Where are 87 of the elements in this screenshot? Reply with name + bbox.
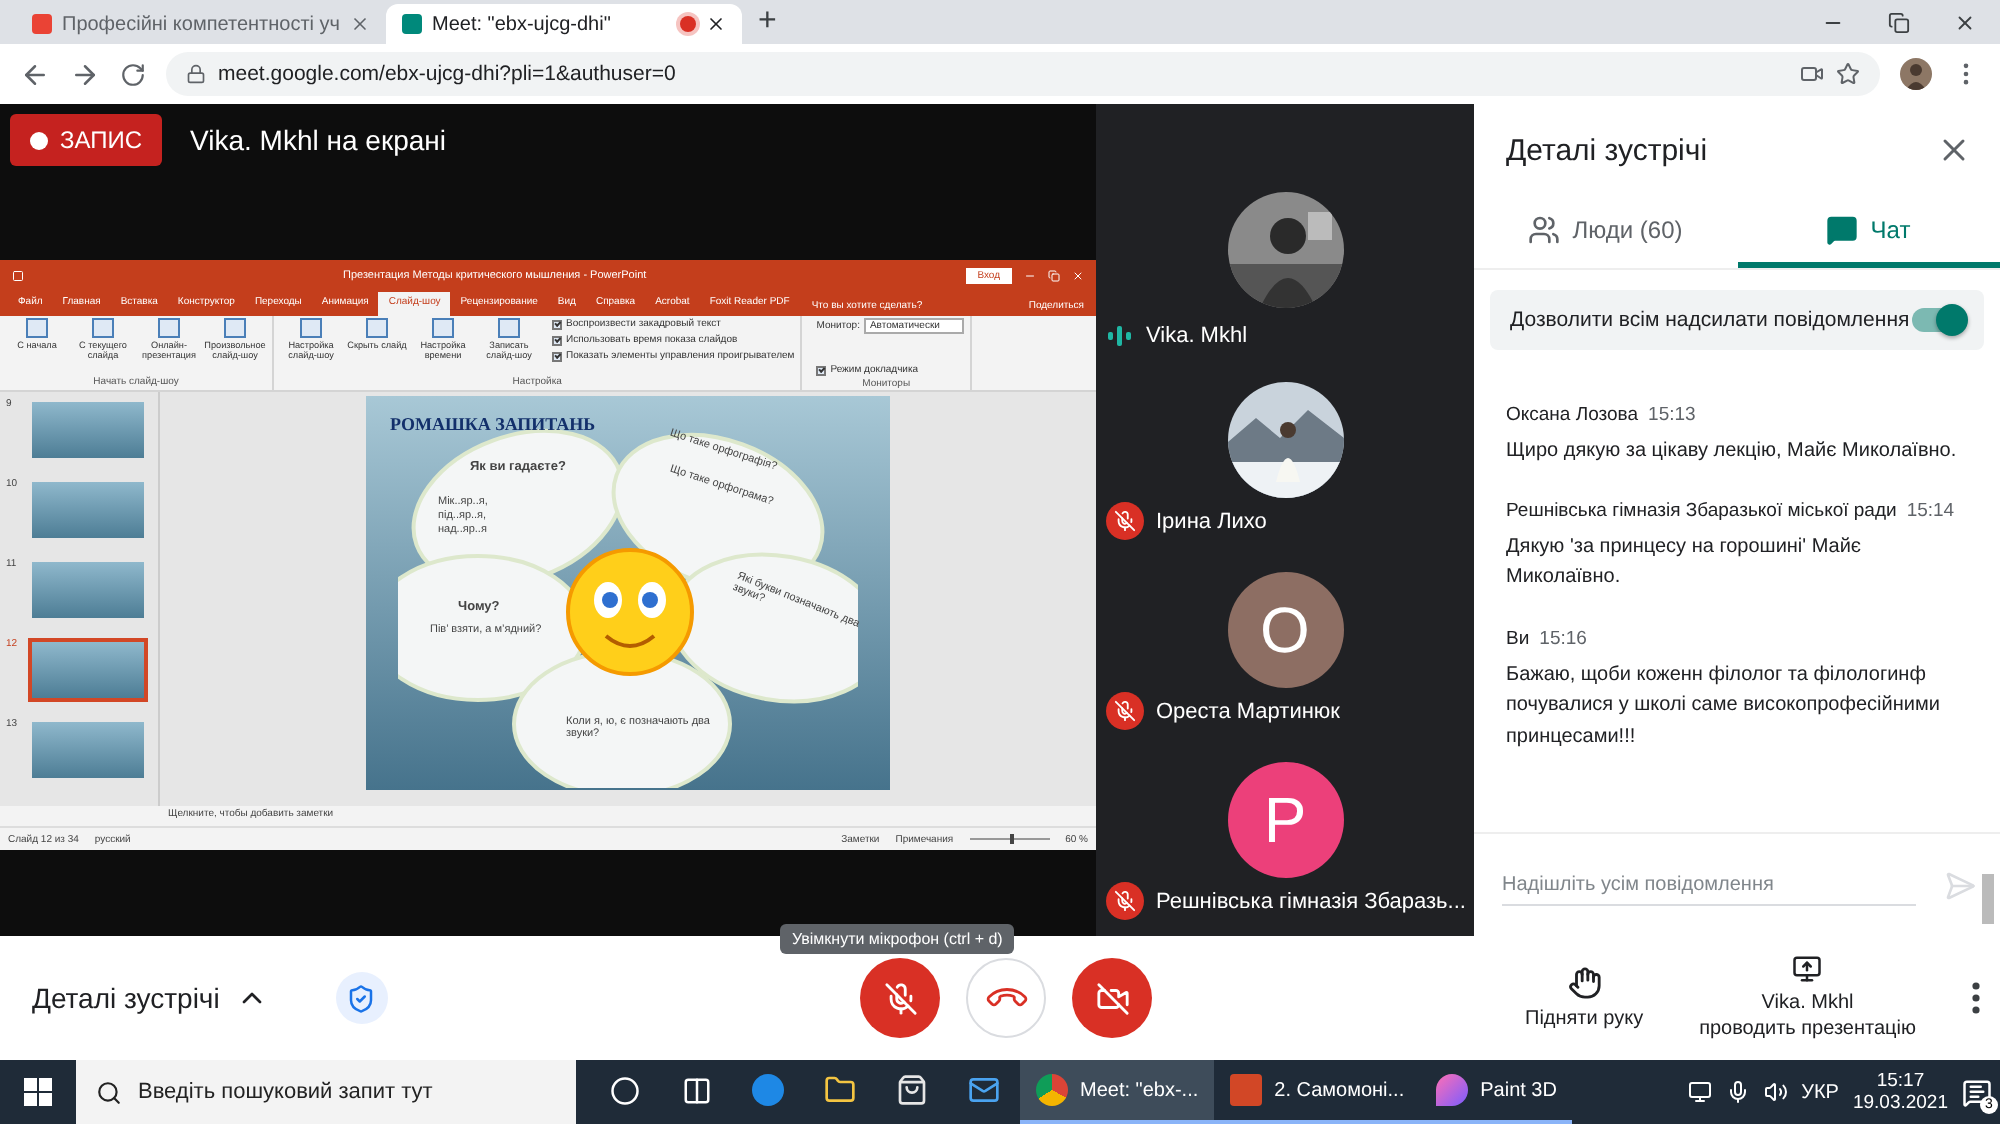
participant-avatar: O xyxy=(1227,572,1343,688)
taskbar-app[interactable]: Meet: "ebx-... xyxy=(1020,1060,1215,1124)
volume-icon xyxy=(1763,1080,1788,1104)
new-tab-button[interactable]: + xyxy=(742,4,793,44)
forward-icon xyxy=(70,59,100,89)
lock-icon xyxy=(186,64,206,84)
microphone-off-icon xyxy=(883,981,917,1015)
checkbox[interactable] xyxy=(552,319,562,329)
message-author: Ви 15:16 xyxy=(1506,625,1589,654)
participant-name: Ірина Лихо xyxy=(1156,509,1267,533)
message-time: 15:13 xyxy=(1648,404,1696,426)
meeting-details-button[interactable]: Деталі зустрічі xyxy=(32,982,268,1014)
close-icon xyxy=(1954,12,1976,34)
participant-name: Ореста Мартинюк xyxy=(1156,699,1340,723)
checkbox[interactable] xyxy=(552,335,562,345)
search-icon xyxy=(96,1079,122,1105)
close-icon[interactable] xyxy=(706,14,727,34)
restore-icon xyxy=(1048,269,1060,281)
raise-hand-button[interactable]: Підняти руку xyxy=(1525,965,1644,1031)
panel-title: Деталі зустрічі xyxy=(1506,133,1708,167)
recording-button[interactable]: ЗАПИС xyxy=(10,114,163,166)
windows-logo-icon xyxy=(24,1078,52,1106)
chat-bubble-icon xyxy=(1826,213,1859,245)
taskbar-app[interactable]: 2. Самомоні... xyxy=(1214,1060,1421,1124)
reload-icon xyxy=(120,61,146,87)
shield-lock-icon[interactable] xyxy=(335,972,388,1024)
close-icon xyxy=(1072,269,1084,281)
back-icon xyxy=(20,59,50,89)
edge-icon xyxy=(752,1074,784,1106)
browser-tab[interactable]: Професійні компетентності уч xyxy=(16,4,387,44)
folder-icon xyxy=(824,1074,856,1106)
microphone-icon xyxy=(1725,1080,1750,1104)
url-text: meet.google.com/ebx-ujcg-dhi?pli=1&authuser=0 xyxy=(218,62,676,86)
camera-icon xyxy=(1800,62,1824,86)
panel-tab[interactable]: Чат xyxy=(1737,196,2000,268)
restore-icon xyxy=(1888,12,1910,34)
tooltip: Увімкнути мікрофон (ctrl + d) xyxy=(780,924,1015,954)
language-indicator[interactable]: УКР xyxy=(1801,1081,1839,1103)
setting-label: Дозволити всім надсилати повідомлення xyxy=(1510,308,1910,332)
message-author: Оксана Лозова 15:13 xyxy=(1506,402,1698,430)
clock[interactable]: 15:17 19.03.2021 xyxy=(1852,1069,1948,1115)
message-text: Бажаю, щоби коженн філолог та філологинф почувалися у школі саме високопрофесійними принцесами!!! xyxy=(1506,661,1942,752)
slides-app-icon xyxy=(1230,1074,1263,1106)
task-view-icon xyxy=(681,1075,711,1105)
paint-drop-icon xyxy=(1436,1074,1469,1106)
people-icon xyxy=(1528,213,1561,245)
checkbox[interactable] xyxy=(552,351,562,361)
bookmark-star-icon xyxy=(1836,62,1860,86)
search-placeholder: Введіть пошуковий запит тут xyxy=(138,1080,433,1104)
microphone-button[interactable] xyxy=(860,958,940,1038)
slide-thumbnail[interactable] xyxy=(28,638,148,702)
camera-off-icon xyxy=(1095,981,1129,1015)
presenting-button[interactable]: Vika. Mkhl проводить презентацію xyxy=(1699,954,1916,1042)
send-icon xyxy=(1944,869,1976,901)
mail-icon xyxy=(968,1074,1000,1106)
scrollbar[interactable] xyxy=(1982,874,1994,924)
camera-button[interactable] xyxy=(1072,958,1152,1038)
panel-tab[interactable]: Люди (60) xyxy=(1474,196,1737,268)
message-time: 15:14 xyxy=(1906,500,1955,523)
circle-icon xyxy=(609,1075,639,1105)
store-icon xyxy=(896,1074,928,1106)
taskbar-app[interactable]: Paint 3D xyxy=(1420,1060,1573,1124)
more-icon[interactable] xyxy=(1972,982,1980,1014)
message-text: Дякую 'за принцесу на горошині' Майє Миколаївно. xyxy=(1506,533,1864,593)
network-icon xyxy=(1687,1080,1712,1104)
notification-icon xyxy=(1962,1077,1992,1107)
participant-avatar: P xyxy=(1227,762,1343,878)
zoom-thumb[interactable] xyxy=(1009,834,1014,844)
hang-up-button[interactable] xyxy=(966,958,1046,1038)
address-field[interactable]: meet.google.com/ebx-ujcg-dhi?pli=1&authuser=0 xyxy=(166,52,1880,96)
present-screen-icon xyxy=(1792,954,1823,984)
message-time: 15:16 xyxy=(1539,627,1587,650)
save-icon xyxy=(12,269,24,281)
toggle-switch[interactable] xyxy=(1912,308,1964,332)
hand-icon xyxy=(1567,965,1602,999)
presenter-label: Vika. Mkhl на екрані xyxy=(190,124,446,156)
browser-tab[interactable]: Meet: "ebx-ujcg-dhi" xyxy=(386,4,743,44)
message-author: Решнівська гімназія Збаразької міської ради 15:14 xyxy=(1506,498,1957,527)
checkbox[interactable] xyxy=(816,365,827,375)
chrome-icon xyxy=(1036,1074,1068,1106)
message-text: Щиро дякую за цікаву лекцію, Майє Миколаївно. xyxy=(1506,437,1959,466)
search-field[interactable]: Введіть пошуковий запит тут xyxy=(76,1060,576,1124)
participant-name: Vika. Mkhl xyxy=(1146,324,1248,348)
slide-title: РОМАШКА ЗАПИТАНЬ xyxy=(390,414,596,434)
minimize-icon xyxy=(1024,269,1036,281)
participant-name: Решнівська гімназія Збаразь... xyxy=(1156,889,1466,913)
profile-avatar[interactable] xyxy=(1900,58,1932,90)
